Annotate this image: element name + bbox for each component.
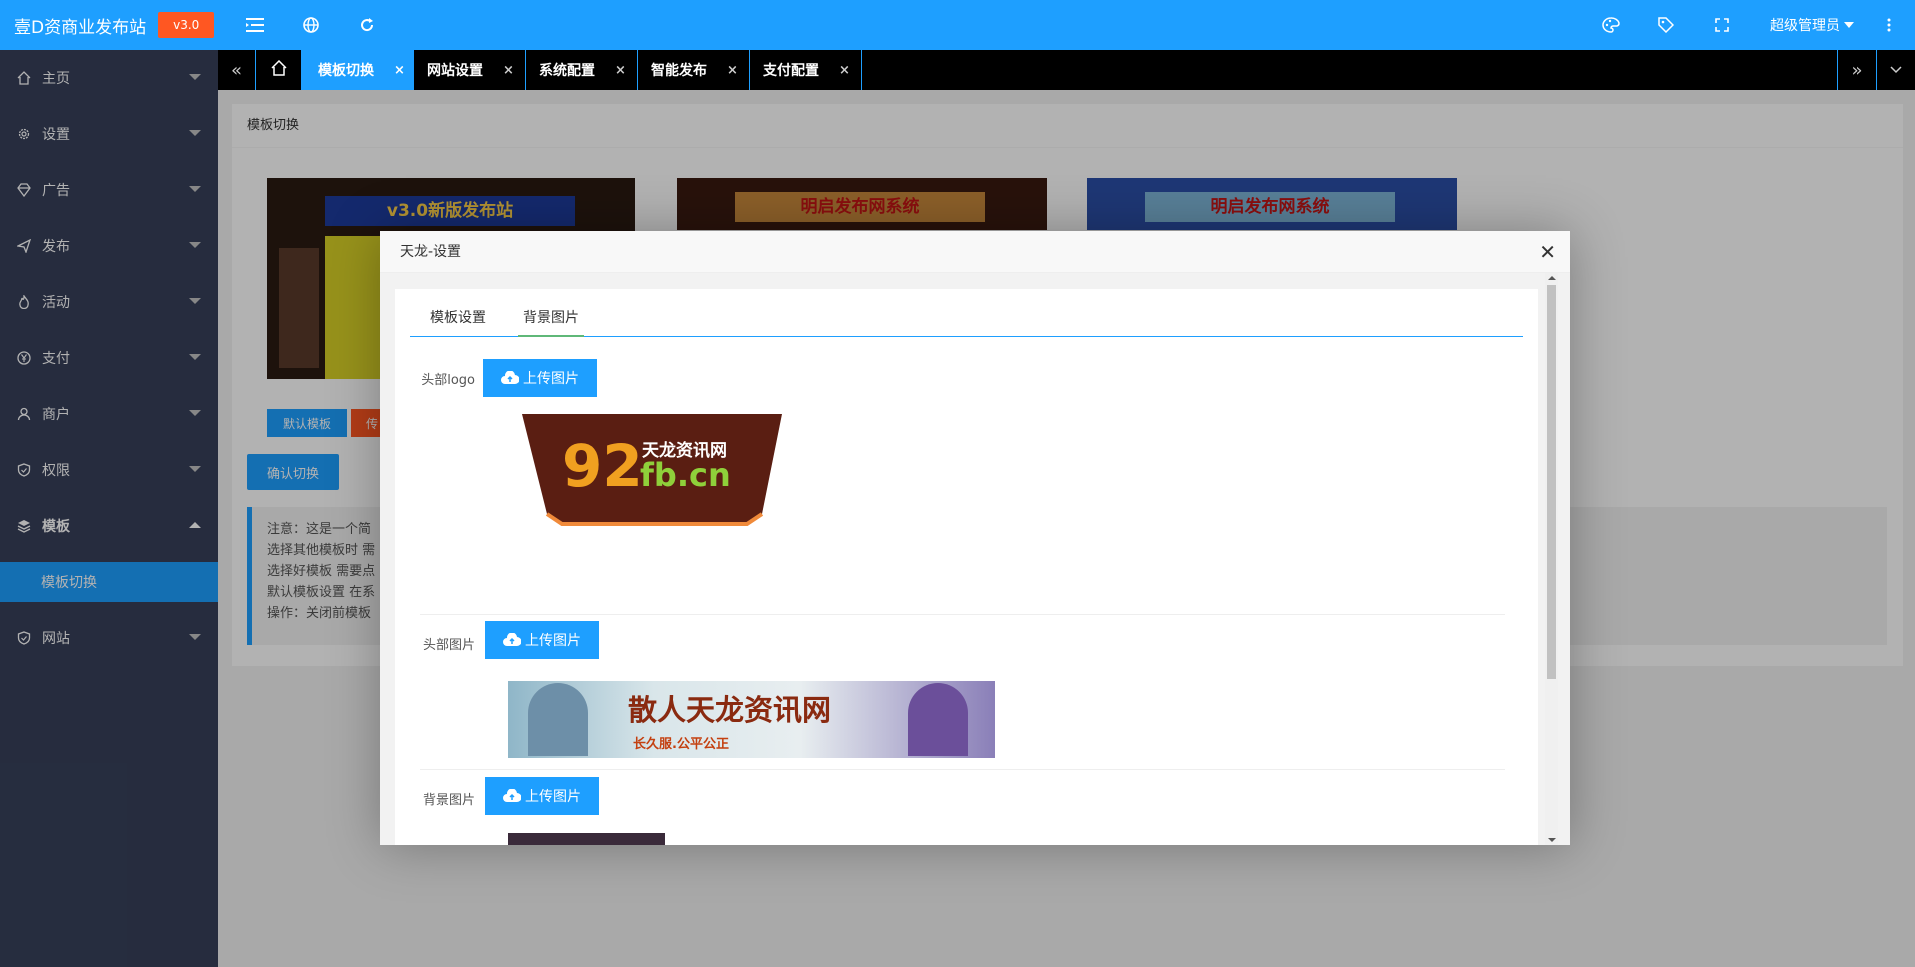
modal-body: 模板设置 背景图片 头部logo 上传图片 92 天龙资讯网 fb.cn 头部图… (380, 273, 1570, 845)
close-icon[interactable]: × (394, 63, 405, 78)
tab-home[interactable] (256, 50, 302, 90)
tab-payment-config[interactable]: 支付配置 × (750, 50, 862, 90)
header-image-preview: 散人天龙资讯网 长久服.公平公正 (508, 681, 995, 758)
tab-system-config[interactable]: 系统配置 × (526, 50, 638, 90)
header-logo-preview: 92 天龙资讯网 fb.cn (522, 414, 782, 534)
header-shade (0, 0, 1915, 50)
tab-scroll-left[interactable]: « (218, 50, 256, 90)
upload-header-image-button[interactable]: 上传图片 (485, 621, 599, 659)
upload-button-label: 上传图片 (525, 633, 581, 649)
tab-label: 网站设置 (427, 63, 483, 79)
scroll-down-icon[interactable] (1548, 838, 1556, 842)
cloud-upload-icon (501, 371, 519, 384)
tab-label: 模板切换 (318, 63, 374, 79)
upload-button-label: 上传图片 (523, 371, 579, 387)
banner-character-right (908, 683, 968, 756)
close-icon[interactable]: ✕ (1539, 231, 1556, 273)
tabs-bar: « 模板切换 × 网站设置 × 系统配置 × 智能发布 × 支付配置 × » (218, 50, 1915, 90)
background-image-label: 背景图片 (422, 793, 475, 808)
logo-number: 92 (562, 432, 643, 500)
sidebar-shade (0, 50, 218, 967)
double-chevron-right-icon: » (1851, 59, 1863, 81)
close-icon[interactable]: × (615, 63, 626, 78)
modal-form: 模板设置 背景图片 头部logo 上传图片 92 天龙资讯网 fb.cn 头部图… (395, 289, 1538, 845)
modal-scrollbar[interactable] (1545, 273, 1558, 845)
home-icon (270, 59, 287, 80)
upload-background-image-button[interactable]: 上传图片 (485, 777, 599, 815)
tab-label: 支付配置 (763, 63, 819, 79)
modal-header: 天龙-设置 ✕ (380, 231, 1570, 273)
tab-template-settings[interactable]: 模板设置 (425, 299, 491, 337)
close-icon[interactable]: × (503, 63, 514, 78)
cloud-upload-icon (503, 789, 521, 802)
logo-domain: fb.cn (640, 456, 731, 494)
tab-template-switch[interactable]: 模板切换 × (302, 50, 414, 90)
double-chevron-left-icon: « (230, 59, 242, 81)
modal-title: 天龙-设置 (400, 244, 462, 260)
close-icon[interactable]: × (839, 63, 850, 78)
scroll-up-icon[interactable] (1548, 276, 1556, 280)
banner-subtitle: 长久服.公平公正 (633, 737, 729, 752)
background-image-preview (508, 833, 665, 845)
scrollbar-thumb[interactable] (1547, 285, 1556, 679)
chevron-down-icon (1890, 62, 1902, 78)
header-logo-label: 头部logo (421, 373, 475, 388)
divider (420, 769, 1505, 770)
tab-background-images[interactable]: 背景图片 (518, 299, 584, 337)
header-image-label: 头部图片 (422, 638, 475, 653)
divider (420, 614, 1505, 615)
modal-tabs: 模板设置 背景图片 (410, 299, 1523, 337)
settings-modal: 天龙-设置 ✕ 模板设置 背景图片 头部logo 上传图片 92 天龙资讯网 f… (380, 231, 1570, 845)
tab-label: 系统配置 (539, 63, 595, 79)
upload-logo-button[interactable]: 上传图片 (483, 359, 597, 397)
tab-dropdown[interactable] (1877, 50, 1915, 90)
tab-site-settings[interactable]: 网站设置 × (414, 50, 526, 90)
tab-smart-publish[interactable]: 智能发布 × (638, 50, 750, 90)
banner-title: 散人天龙资讯网 (628, 693, 832, 727)
tab-label: 智能发布 (651, 63, 707, 79)
tab-scroll-right[interactable]: » (1837, 50, 1877, 90)
cloud-upload-icon (503, 633, 521, 646)
close-icon[interactable]: × (727, 63, 738, 78)
banner-character-left (528, 683, 588, 756)
upload-button-label: 上传图片 (525, 789, 581, 805)
